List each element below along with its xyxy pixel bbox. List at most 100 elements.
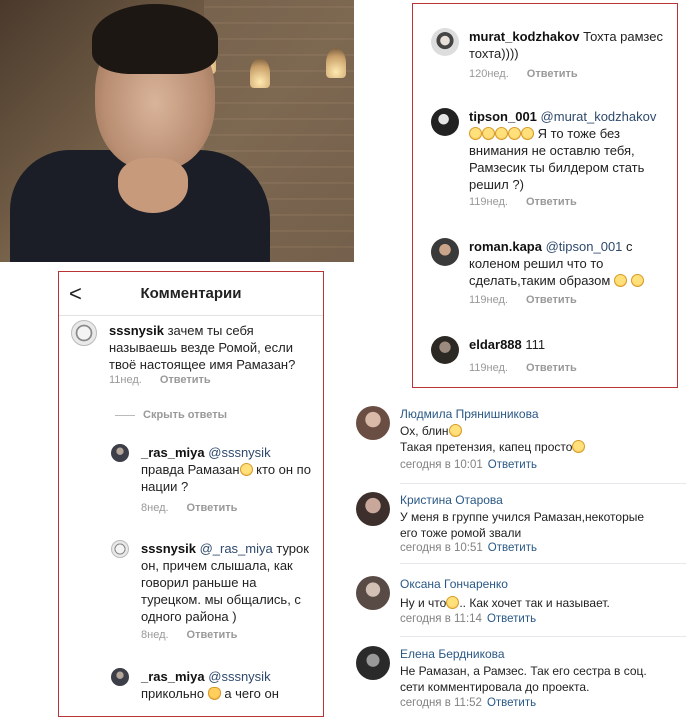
comment-time: 8нед.	[141, 502, 169, 514]
commenter-name[interactable]: Людмила Прянишникова	[400, 407, 539, 421]
commenter-name[interactable]: Оксана Гончаренко	[400, 577, 508, 591]
laughing-face-icon	[495, 127, 508, 140]
commenter-name[interactable]: Кристина Отарова	[400, 493, 503, 507]
mention-link[interactable]: @sssnysik	[208, 669, 270, 684]
divider	[115, 414, 135, 416]
username[interactable]: sssnysik	[141, 541, 196, 556]
comment-body: 111	[525, 337, 546, 352]
instagram-comments-panel-left: < Комментарии sssnysik зачем ты себя наз…	[58, 271, 324, 717]
username[interactable]: sssnysik	[109, 323, 164, 338]
comment-text: Ну и что .. Как хочет так и называет.	[400, 595, 650, 611]
comment-line: Такая претензия, капец просто	[400, 440, 573, 454]
comments-header: < Комментарии	[59, 272, 323, 316]
comment-meta: 11нед. Ответить	[109, 374, 211, 386]
username[interactable]: roman.kapa	[469, 239, 542, 254]
reply-button[interactable]: Ответить	[487, 697, 536, 709]
avatar[interactable]	[431, 108, 459, 136]
grinning-face-icon	[613, 274, 627, 287]
smiling-face-icon	[239, 463, 253, 476]
username[interactable]: _ras_miya	[141, 669, 205, 684]
grinning-face-icon	[448, 424, 462, 437]
avatar[interactable]	[71, 320, 97, 346]
reply-button[interactable]: Ответить	[526, 294, 577, 306]
comment-text: sssnysik зачем ты себя называешь везде Р…	[109, 322, 319, 373]
list-item: Кристина Отарова У меня в группе учился …	[356, 490, 686, 570]
avatar[interactable]	[356, 576, 390, 610]
lamp-icon	[250, 58, 270, 88]
comment-line: Ох, блин	[400, 424, 449, 438]
reply-button[interactable]: Ответить	[160, 374, 211, 386]
comment-meta: сегодня в 11:52 Ответить	[400, 697, 536, 709]
comment-meta: 119нед. Ответить	[469, 362, 577, 374]
avatar[interactable]	[356, 406, 390, 440]
reply-button[interactable]: Ответить	[526, 196, 577, 208]
comment-time: сегодня в 11:14	[400, 613, 482, 625]
comment-text: Ох, блин Такая претензия, капец просто	[400, 423, 650, 455]
avatar[interactable]	[111, 540, 129, 558]
comment-text: _ras_miya @sssnysik прикольно а чего он	[141, 668, 317, 702]
grinning-face-icon	[572, 440, 586, 453]
username[interactable]: murat_kodzhakov	[469, 29, 580, 44]
reply-button[interactable]: Ответить	[488, 542, 537, 554]
divider	[400, 483, 686, 484]
mention-link[interactable]: @tipson_001	[546, 239, 623, 254]
comment-time: сегодня в 10:01	[400, 459, 483, 471]
comment-text: Не Рамазан, а Рамзес. Так его сестра в с…	[400, 664, 647, 694]
reply-button[interactable]: Ответить	[526, 362, 577, 374]
username[interactable]: _ras_miya	[141, 445, 205, 460]
avatar[interactable]	[431, 238, 459, 266]
comment-body: правда Рамазан	[141, 462, 240, 477]
avatar[interactable]	[111, 444, 129, 462]
comment-meta: 119нед. Ответить	[469, 196, 577, 208]
comment-body: а чего он	[220, 686, 279, 701]
avatar[interactable]	[111, 668, 129, 686]
laughing-face-icon	[508, 127, 521, 140]
comment-text: roman.kapa @tipson_001 с коленом решил ч…	[469, 238, 673, 289]
smirking-face-icon	[446, 596, 460, 609]
hide-replies-button[interactable]: Скрыть ответы	[115, 409, 227, 421]
comment-time: 119нед.	[469, 294, 508, 306]
avatar[interactable]	[431, 336, 459, 364]
smiling-cat-icon	[207, 687, 221, 700]
lamp-icon	[326, 48, 346, 78]
comment-meta: сегодня в 10:51 Ответить	[400, 542, 537, 554]
list-item: Елена Бердникова Не Рамазан, а Рамзес. Т…	[356, 644, 686, 718]
comment-body: прикольно	[141, 686, 205, 701]
comment-line: .. Как хочет так и называет.	[459, 596, 610, 610]
reply-button[interactable]: Ответить	[488, 459, 537, 471]
mention-link[interactable]: @murat_kodzhakov	[541, 109, 657, 124]
instagram-comments-panel-right: murat_kodzhakov Тохта рамзес тохта)))) 1…	[412, 3, 678, 388]
laughing-face-icon	[469, 127, 482, 140]
reply-button[interactable]: Ответить	[487, 613, 536, 625]
comment-meta: 8нед. Ответить	[141, 502, 237, 514]
comment-meta: сегодня в 11:14 Ответить	[400, 613, 536, 625]
reply-button[interactable]: Ответить	[187, 502, 238, 514]
divider	[400, 636, 686, 637]
comment-meta: сегодня в 10:01 Ответить	[400, 459, 537, 471]
reply-button[interactable]: Ответить	[527, 68, 578, 80]
hide-replies-label: Скрыть ответы	[143, 409, 227, 421]
comment-time: 119нед.	[469, 362, 508, 374]
grinning-face-icon	[630, 274, 644, 287]
avatar[interactable]	[431, 28, 459, 56]
comment-text: У меня в группе учился Рамазан,некоторые…	[400, 510, 645, 540]
avatar[interactable]	[356, 492, 390, 526]
comment-text: eldar888 111	[469, 336, 669, 353]
mention-link[interactable]: @_ras_miya	[200, 541, 273, 556]
username[interactable]: tipson_001	[469, 109, 537, 124]
comment-text: sssnysik @_ras_miya турок он, причем слы…	[141, 540, 317, 625]
comment-meta: 120нед. Ответить	[469, 68, 578, 80]
laughing-face-icon	[521, 127, 534, 140]
divider	[400, 563, 686, 564]
mention-link[interactable]: @sssnysik	[208, 445, 270, 460]
username[interactable]: eldar888	[469, 337, 522, 352]
reply-button[interactable]: Ответить	[187, 629, 238, 641]
comment-text: tipson_001 @murat_kodzhakov Я то тоже бе…	[469, 108, 673, 193]
person-hair	[92, 4, 218, 74]
avatar[interactable]	[356, 646, 390, 680]
commenter-name[interactable]: Елена Бердникова	[400, 647, 505, 661]
profile-photo	[0, 0, 354, 262]
comment-time: 119нед.	[469, 196, 508, 208]
comment-text: _ras_miya @sssnysik правда Рамазан кто о…	[141, 444, 317, 495]
comment-time: сегодня в 10:51	[400, 542, 483, 554]
